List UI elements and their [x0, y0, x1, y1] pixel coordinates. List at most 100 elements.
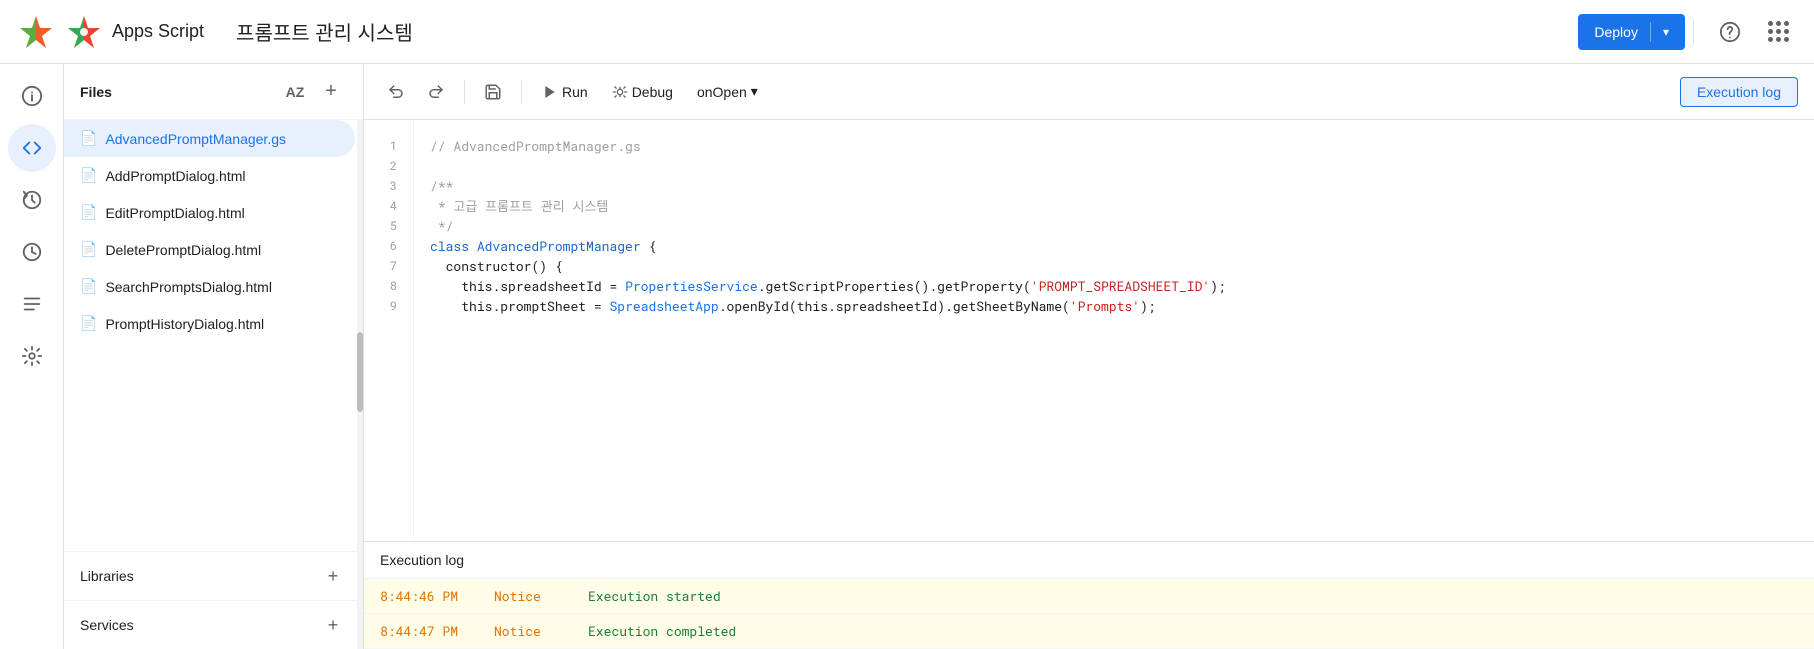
html-file-icon-5: 📄: [80, 315, 97, 332]
sidebar-icon-info[interactable]: [8, 72, 56, 120]
redo-button[interactable]: [420, 76, 452, 108]
file-item-prompt-history-dialog[interactable]: 📄 PromptHistoryDialog.html: [64, 305, 355, 342]
html-file-icon-2: 📄: [80, 204, 97, 221]
scroll-track: [357, 120, 363, 649]
main-layout: Files AZ + 📄 AdvancedPromptManager.gs 📄 …: [0, 64, 1814, 649]
code-editor[interactable]: 1 2 3 4 5 6 7 8 9 // AdvancedPromptManag…: [364, 120, 1814, 541]
line-numbers: 1 2 3 4 5 6 7 8 9: [364, 120, 414, 541]
sidebar-icon-history[interactable]: [8, 176, 56, 224]
header: Apps Script 프롬프트 관리 시스템 Deploy ▾: [0, 0, 1814, 64]
header-separator: [1693, 20, 1694, 44]
files-panel: Files AZ + 📄 AdvancedPromptManager.gs 📄 …: [64, 64, 364, 649]
log-level-2: Notice: [494, 622, 564, 640]
code-icon: [21, 137, 43, 159]
line-num-2: 2: [364, 156, 397, 176]
undo-button[interactable]: [380, 76, 412, 108]
code-content: 1 2 3 4 5 6 7 8 9 // AdvancedPromptManag…: [364, 120, 1814, 541]
add-file-button[interactable]: +: [315, 76, 347, 108]
run-button[interactable]: Run: [534, 80, 596, 104]
files-header: Files AZ +: [64, 64, 363, 120]
run-label: Run: [562, 84, 588, 100]
execution-log-panel: Execution log 8:44:46 PM Notice Executio…: [364, 541, 1814, 649]
project-title: 프롬프트 관리 시스템: [236, 17, 413, 46]
help-button[interactable]: [1710, 12, 1750, 52]
gs-file-icon: 📄: [80, 130, 97, 147]
debug-button[interactable]: Debug: [604, 80, 681, 104]
services-section-header[interactable]: Services +: [64, 600, 363, 649]
apps-menu-button[interactable]: [1758, 12, 1798, 52]
logo: Apps Script: [16, 12, 204, 52]
line-num-5: 5: [364, 216, 397, 236]
add-service-button[interactable]: +: [319, 611, 347, 639]
toolbar-separator-2: [521, 80, 522, 104]
file-item-edit-prompt-dialog[interactable]: 📄 EditPromptDialog.html: [64, 194, 355, 231]
code-text[interactable]: // AdvancedPromptManager.gs /** * 고급 프롬프…: [414, 120, 1814, 541]
info-icon: [21, 85, 43, 107]
clock-icon: [21, 241, 43, 263]
file-item-advanced-prompt-manager[interactable]: 📄 AdvancedPromptManager.gs: [64, 120, 355, 157]
log-time-2: 8:44:47 PM: [380, 622, 470, 640]
log-message-2: Execution completed: [588, 622, 736, 640]
save-button[interactable]: [477, 76, 509, 108]
log-entry-2: 8:44:47 PM Notice Execution completed: [364, 614, 1814, 649]
libraries-section-header[interactable]: Libraries +: [64, 551, 363, 600]
sidebar-icon-executions[interactable]: [8, 280, 56, 328]
deploy-divider: [1650, 22, 1651, 42]
services-label: Services: [80, 617, 319, 633]
sidebar-icon-triggers[interactable]: [8, 228, 56, 276]
log-entry-1: 8:44:46 PM Notice Execution started: [364, 579, 1814, 614]
deploy-label: Deploy: [1594, 24, 1638, 40]
file-item-delete-prompt-dialog[interactable]: 📄 DeletePromptDialog.html: [64, 231, 355, 268]
log-message-1: Execution started: [588, 587, 721, 605]
line-num-6: 6: [364, 236, 397, 256]
file-name-prompt-history: PromptHistoryDialog.html: [105, 316, 264, 332]
html-file-icon-3: 📄: [80, 241, 97, 258]
file-item-add-prompt-dialog[interactable]: 📄 AddPromptDialog.html: [64, 157, 355, 194]
debug-icon: [612, 84, 628, 100]
line-num-8: 8: [364, 276, 397, 296]
app-title: Apps Script: [112, 21, 204, 42]
sidebar-icon-settings[interactable]: [8, 332, 56, 380]
run-icon: [542, 84, 558, 100]
sidebar-icon-code[interactable]: [8, 124, 56, 172]
file-name-advanced: AdvancedPromptManager.gs: [105, 131, 286, 147]
save-icon: [484, 83, 502, 101]
execution-log-title: Execution log: [380, 552, 464, 568]
function-selector[interactable]: onOpen ▾: [689, 79, 766, 104]
file-name-add-prompt: AddPromptDialog.html: [105, 168, 245, 184]
toolbar-separator-1: [464, 80, 465, 104]
line-num-1: 1: [364, 136, 397, 156]
help-icon: [1719, 21, 1741, 43]
line-num-3: 3: [364, 176, 397, 196]
add-icon: +: [325, 80, 337, 103]
file-list: 📄 AdvancedPromptManager.gs 📄 AddPromptDi…: [64, 120, 363, 551]
function-name: onOpen: [697, 84, 747, 100]
files-header-icons: AZ +: [279, 76, 347, 108]
debug-label: Debug: [632, 84, 673, 100]
sort-files-button[interactable]: AZ: [279, 76, 311, 108]
log-time-1: 8:44:46 PM: [380, 587, 470, 605]
deploy-button[interactable]: Deploy ▾: [1578, 14, 1685, 50]
function-dropdown-icon: ▾: [751, 83, 758, 100]
file-name-delete-prompt: DeletePromptDialog.html: [105, 242, 261, 258]
log-level-1: Notice: [494, 587, 564, 605]
apps-script-logo-simple: [66, 14, 102, 50]
add-library-button[interactable]: +: [319, 562, 347, 590]
file-name-edit-prompt: EditPromptDialog.html: [105, 205, 244, 221]
scroll-thumb[interactable]: [357, 332, 363, 412]
settings-icon: [21, 345, 43, 367]
executions-icon: [21, 293, 43, 315]
libraries-label: Libraries: [80, 568, 319, 584]
execution-log-button[interactable]: Execution log: [1680, 77, 1798, 107]
sidebar-icons: [0, 64, 64, 649]
file-name-search-prompts: SearchPromptsDialog.html: [105, 279, 272, 295]
files-panel-scroll: 📄 AdvancedPromptManager.gs 📄 AddPromptDi…: [64, 120, 363, 649]
deploy-chevron-icon: ▾: [1663, 25, 1669, 39]
line-num-9: 9: [364, 296, 397, 316]
file-item-search-prompts-dialog[interactable]: 📄 SearchPromptsDialog.html: [64, 268, 355, 305]
html-file-icon-4: 📄: [80, 278, 97, 295]
apps-grid-icon: [1768, 21, 1789, 42]
apps-script-logo: [16, 12, 56, 52]
execution-log-header: Execution log: [364, 542, 1814, 579]
history-icon: [21, 189, 43, 211]
